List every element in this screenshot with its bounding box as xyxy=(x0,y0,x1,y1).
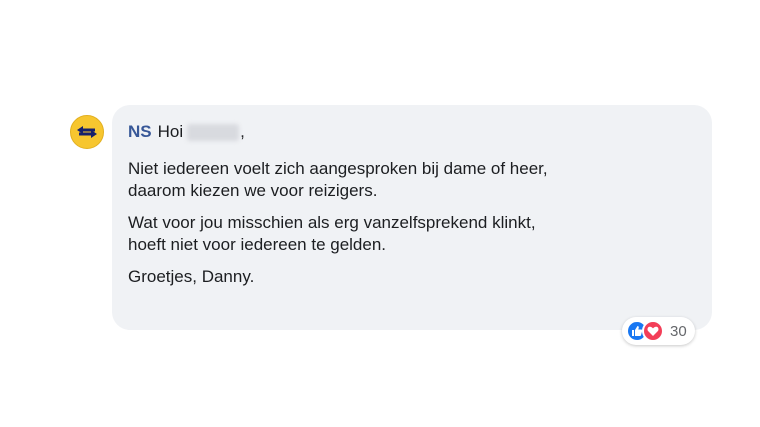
greeting-suffix: , xyxy=(240,122,245,141)
avatar[interactable] xyxy=(70,115,104,149)
comment-line: Niet iedereen voelt zich aangesproken bi… xyxy=(128,159,548,178)
comment-paragraph: Niet iedereen voelt zich aangesproken bi… xyxy=(128,158,694,202)
comment-line: Wat voor jou misschien als erg vanzelfsp… xyxy=(128,213,536,232)
comment-line: daarom kiezen we voor reizigers. xyxy=(128,181,378,200)
comment-paragraph: Wat voor jou misschien als erg vanzelfsp… xyxy=(128,212,694,256)
greeting-text: Hoi xyxy=(157,122,184,141)
love-icon xyxy=(642,320,664,342)
redacted-name xyxy=(187,123,240,141)
comment: NS Hoi , Niet iedereen voelt zich aanges… xyxy=(70,105,715,330)
comment-header: NS Hoi , xyxy=(128,119,694,145)
reaction-count: 30 xyxy=(670,322,687,340)
comment-line: Groetjes, Danny. xyxy=(128,267,255,286)
comment-bubble: NS Hoi , Niet iedereen voelt zich aanges… xyxy=(112,105,712,330)
reactions-summary[interactable]: 30 xyxy=(622,317,695,345)
comment-paragraph: Groetjes, Danny. xyxy=(128,266,694,288)
ns-logo-icon xyxy=(77,126,97,138)
author-name[interactable]: NS xyxy=(128,121,152,143)
comment-line: hoeft niet voor iedereen te gelden. xyxy=(128,235,387,254)
